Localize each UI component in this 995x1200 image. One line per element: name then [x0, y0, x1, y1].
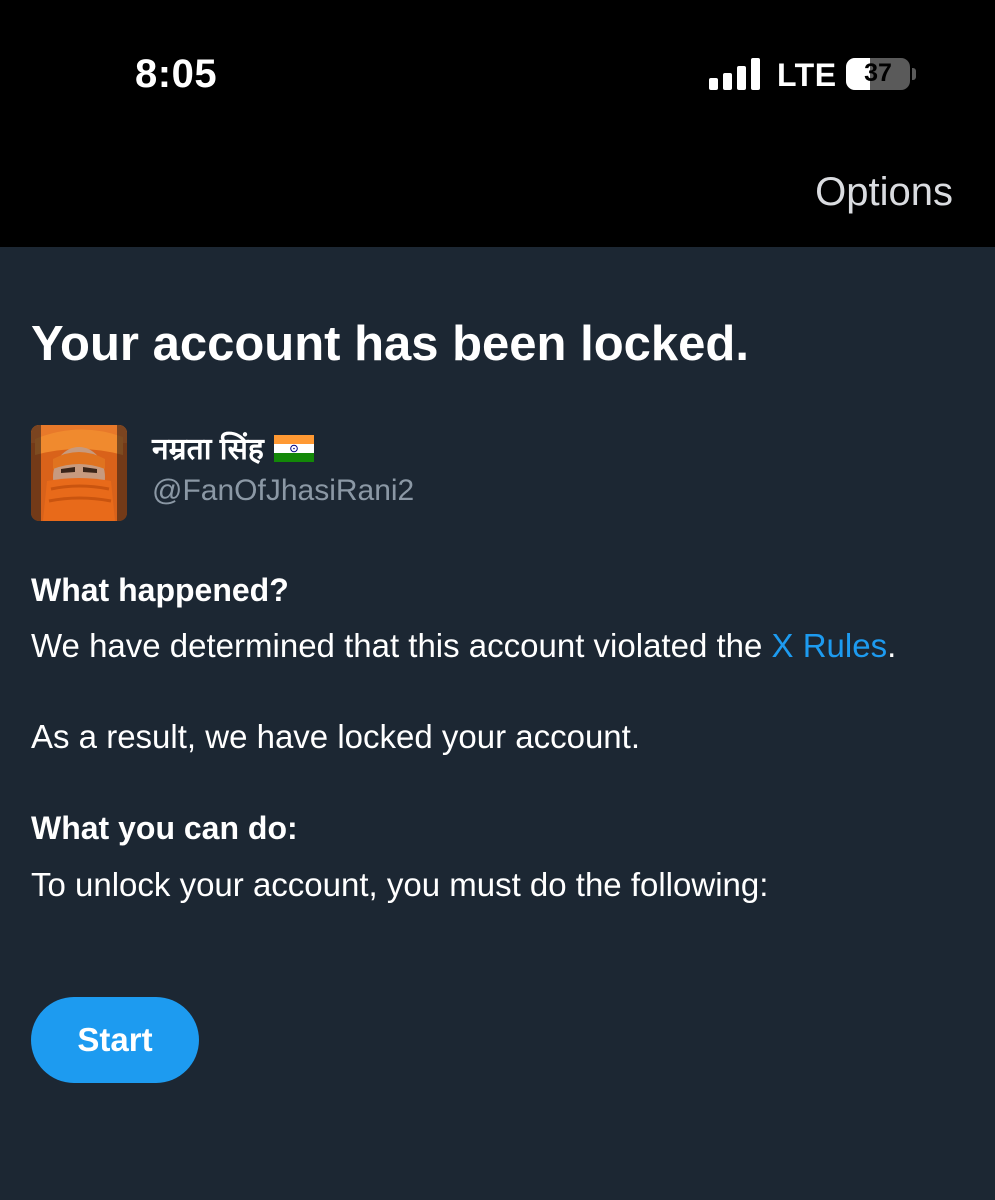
battery-tip-icon: [912, 68, 916, 80]
x-rules-link[interactable]: X Rules: [772, 627, 888, 664]
display-name-text: नम्रता सिंह: [152, 433, 264, 466]
page-title: Your account has been locked.: [31, 317, 749, 371]
violation-text-end: .: [887, 627, 897, 664]
violation-text-body: We have determined that this account vio…: [31, 627, 772, 664]
india-flag-icon: [274, 434, 315, 462]
status-time: 8:05: [135, 52, 218, 96]
top-bar: 8:05 LTE 37 Options: [0, 0, 995, 247]
account-handle: @FanOfJhasiRani2: [152, 474, 415, 507]
locked-account-screen: 8:05 LTE 37 Options Your account has bee…: [0, 0, 995, 1200]
violation-text: We have determined that this account vio…: [31, 627, 896, 665]
unlock-instructions: To unlock your account, you must do the …: [31, 866, 769, 903]
start-button[interactable]: Start: [31, 997, 199, 1083]
what-happened-heading: What happened?: [31, 572, 289, 608]
network-type: LTE: [777, 57, 837, 93]
battery-percent: 37: [864, 59, 892, 87]
options-button[interactable]: Options: [815, 170, 953, 215]
profile-avatar: [31, 425, 127, 521]
cellular-signal-icon: [709, 58, 761, 90]
battery-icon: 37: [846, 58, 910, 90]
account-display-name: नम्रता सिंह: [152, 427, 315, 468]
what-you-can-do-heading: What you can do:: [31, 810, 298, 846]
result-text: As a result, we have locked your account…: [31, 718, 640, 755]
